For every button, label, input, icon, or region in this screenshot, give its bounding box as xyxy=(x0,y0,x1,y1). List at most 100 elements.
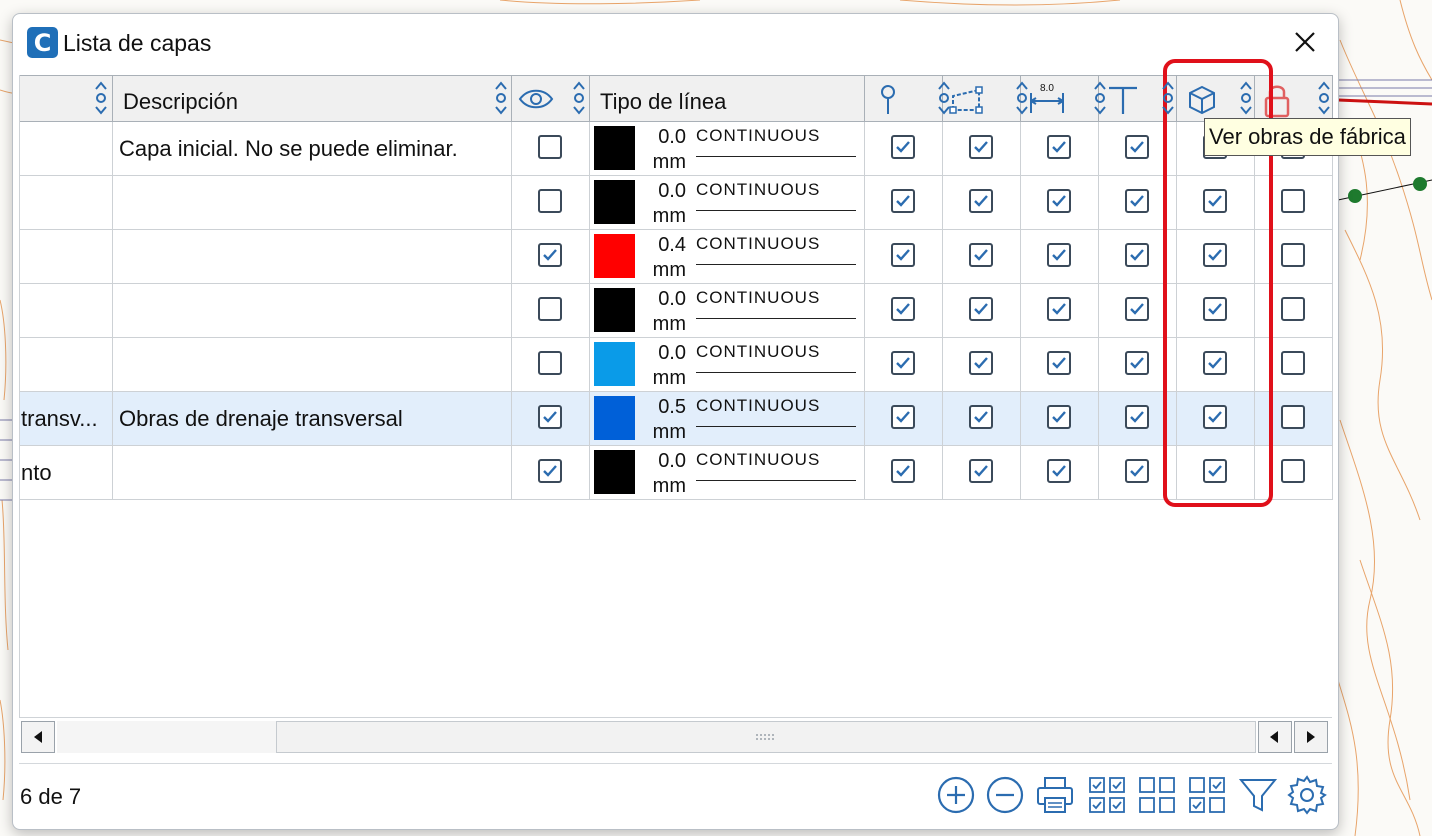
scroll-thumb[interactable] xyxy=(276,721,1256,753)
header-point[interactable] xyxy=(865,75,943,122)
lock-checkbox[interactable] xyxy=(1281,459,1305,483)
visible-checkbox[interactable] xyxy=(538,459,562,483)
cell-visible[interactable] xyxy=(512,176,590,229)
table-row[interactable]: 0.0 mm CONTINUOUS xyxy=(20,338,1333,392)
line-width[interactable]: 0.0 mm xyxy=(640,125,686,175)
cell-description[interactable]: Capa inicial. No se puede eliminar. xyxy=(113,122,512,175)
line-type-name[interactable]: CONTINUOUS xyxy=(696,180,820,200)
cell-text[interactable] xyxy=(1099,446,1177,499)
cell-lock[interactable] xyxy=(1255,392,1333,445)
dimension-checkbox[interactable] xyxy=(1047,135,1071,159)
cell-text[interactable] xyxy=(1099,284,1177,337)
cell-dimension[interactable] xyxy=(1021,122,1099,175)
cell-line-type[interactable]: 0.5 mm CONTINUOUS xyxy=(590,392,865,445)
point-checkbox[interactable] xyxy=(891,243,915,267)
cell-lock[interactable] xyxy=(1255,284,1333,337)
color-swatch[interactable] xyxy=(594,450,635,494)
cell-structures[interactable] xyxy=(1177,230,1255,283)
polyline-checkbox[interactable] xyxy=(969,297,993,321)
cell-polyline[interactable] xyxy=(943,122,1021,175)
cell-structures[interactable] xyxy=(1177,176,1255,229)
cell-polyline[interactable] xyxy=(943,176,1021,229)
cell-description[interactable] xyxy=(113,284,512,337)
structures-checkbox[interactable] xyxy=(1203,351,1227,375)
dimension-checkbox[interactable] xyxy=(1047,297,1071,321)
cell-name[interactable] xyxy=(20,284,113,337)
cell-description[interactable] xyxy=(113,230,512,283)
cell-polyline[interactable] xyxy=(943,446,1021,499)
polyline-checkbox[interactable] xyxy=(969,459,993,483)
cell-visible[interactable] xyxy=(512,338,590,391)
polyline-checkbox[interactable] xyxy=(969,243,993,267)
sort-arrows-icon[interactable] xyxy=(1239,80,1253,116)
visible-checkbox[interactable] xyxy=(538,297,562,321)
cell-point[interactable] xyxy=(865,230,943,283)
uncheck-all-icon[interactable] xyxy=(1136,774,1178,816)
cell-point[interactable] xyxy=(865,122,943,175)
dimension-checkbox[interactable] xyxy=(1047,459,1071,483)
line-width[interactable]: 0.0 mm xyxy=(640,341,686,391)
text-checkbox[interactable] xyxy=(1125,351,1149,375)
sort-arrows-icon[interactable] xyxy=(1161,80,1175,116)
cell-lock[interactable] xyxy=(1255,176,1333,229)
point-checkbox[interactable] xyxy=(891,189,915,213)
color-swatch[interactable] xyxy=(594,342,635,386)
header-line-type[interactable]: Tipo de línea xyxy=(590,75,865,122)
cell-dimension[interactable] xyxy=(1021,284,1099,337)
remove-layer-icon[interactable] xyxy=(984,774,1026,816)
visible-checkbox[interactable] xyxy=(538,135,562,159)
cell-line-type[interactable]: 0.0 mm CONTINUOUS xyxy=(590,122,865,175)
cell-structures[interactable] xyxy=(1177,338,1255,391)
polyline-checkbox[interactable] xyxy=(969,405,993,429)
filter-icon[interactable] xyxy=(1237,774,1279,816)
color-swatch[interactable] xyxy=(594,234,635,278)
cell-point[interactable] xyxy=(865,284,943,337)
cell-polyline[interactable] xyxy=(943,392,1021,445)
cell-visible[interactable] xyxy=(512,284,590,337)
cell-description[interactable] xyxy=(113,176,512,229)
cell-description[interactable] xyxy=(113,338,512,391)
visible-checkbox[interactable] xyxy=(538,189,562,213)
line-width[interactable]: 0.0 mm xyxy=(640,287,686,337)
lock-checkbox[interactable] xyxy=(1281,405,1305,429)
cell-name[interactable]: transv... xyxy=(20,392,113,445)
text-checkbox[interactable] xyxy=(1125,243,1149,267)
scroll-track[interactable] xyxy=(57,721,277,753)
polyline-checkbox[interactable] xyxy=(969,135,993,159)
check-all-icon[interactable] xyxy=(1086,774,1128,816)
polyline-checkbox[interactable] xyxy=(969,351,993,375)
cell-description[interactable] xyxy=(113,446,512,499)
cell-name[interactable]: nto xyxy=(20,446,113,499)
cell-point[interactable] xyxy=(865,176,943,229)
dimension-checkbox[interactable] xyxy=(1047,243,1071,267)
scroll-left-button-right[interactable] xyxy=(1258,721,1292,753)
line-type-name[interactable]: CONTINUOUS xyxy=(696,450,820,470)
polyline-checkbox[interactable] xyxy=(969,189,993,213)
visible-checkbox[interactable] xyxy=(538,243,562,267)
cell-polyline[interactable] xyxy=(943,284,1021,337)
cell-line-type[interactable]: 0.0 mm CONTINUOUS xyxy=(590,338,865,391)
header-description[interactable]: Descripción xyxy=(113,75,512,122)
lock-checkbox[interactable] xyxy=(1281,243,1305,267)
line-width[interactable]: 0.5 mm xyxy=(640,395,686,445)
text-checkbox[interactable] xyxy=(1125,297,1149,321)
scroll-left-button[interactable] xyxy=(21,721,55,753)
line-type-name[interactable]: CONTINUOUS xyxy=(696,234,820,254)
sort-arrows-icon[interactable] xyxy=(1015,80,1029,116)
dimension-checkbox[interactable] xyxy=(1047,351,1071,375)
cell-structures[interactable] xyxy=(1177,284,1255,337)
point-checkbox[interactable] xyxy=(891,459,915,483)
cell-name[interactable] xyxy=(20,338,113,391)
cell-name[interactable] xyxy=(20,122,113,175)
sort-arrows-icon[interactable] xyxy=(937,80,951,116)
line-width[interactable]: 0.0 mm xyxy=(640,449,686,499)
table-row[interactable]: transv... Obras de drenaje transversal 0.5… xyxy=(20,392,1333,446)
cell-line-type[interactable]: 0.4 mm CONTINUOUS xyxy=(590,230,865,283)
color-swatch[interactable] xyxy=(594,126,635,170)
add-layer-icon[interactable] xyxy=(935,774,977,816)
cell-text[interactable] xyxy=(1099,392,1177,445)
color-swatch[interactable] xyxy=(594,180,635,224)
cell-dimension[interactable] xyxy=(1021,446,1099,499)
cell-text[interactable] xyxy=(1099,122,1177,175)
cell-structures[interactable] xyxy=(1177,392,1255,445)
